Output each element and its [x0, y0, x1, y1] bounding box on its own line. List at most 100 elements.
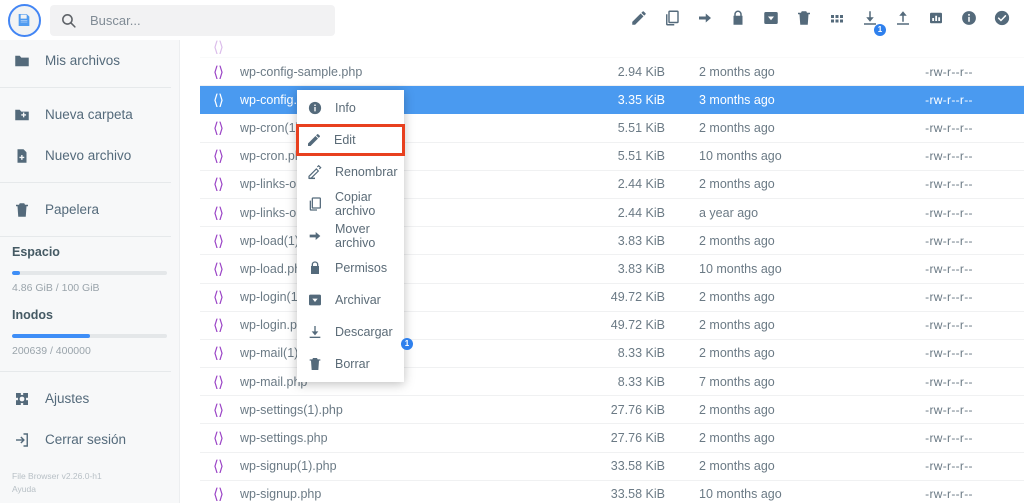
lock-icon: [729, 9, 747, 32]
context-menu-item-archivar[interactable]: Archivar: [297, 284, 404, 316]
file-date: 2 months ago: [699, 346, 775, 361]
file-date: 2 months ago: [699, 233, 775, 248]
sidebar-item-label: Mis archivos: [45, 53, 121, 68]
gear-icon: [12, 389, 32, 409]
archive-button[interactable]: [755, 5, 786, 36]
file-size: 5.51 KiB: [617, 149, 665, 164]
file-date: 2 months ago: [699, 120, 775, 135]
pencil-icon: [304, 130, 324, 150]
floppy-disk-icon: [7, 3, 41, 37]
logout-icon: [12, 430, 32, 450]
move-button[interactable]: [689, 5, 720, 36]
table-row[interactable]: ⟨ ⟩ wp-signup(1).php 33.58 KiB 2 months ago…: [200, 453, 1024, 481]
context-menu-item-borrar[interactable]: Borrar: [297, 348, 404, 380]
inodes-title: Inodos: [12, 308, 53, 322]
code-file-icon: ⟨ ⟩: [213, 430, 224, 448]
file-size: 27.76 KiB: [610, 402, 665, 417]
code-file-icon: ⟨ ⟩: [213, 63, 224, 81]
file-size: 5.51 KiB: [617, 120, 665, 135]
select-all-button[interactable]: [986, 5, 1017, 36]
file-size: 3.83 KiB: [617, 233, 665, 248]
code-file-icon: ⟨ ⟩: [213, 317, 224, 335]
file-permissions: -rw-r--r--: [925, 290, 973, 305]
file-name: wp-signup(1).php: [240, 459, 337, 474]
file-permissions: -rw-r--r--: [925, 205, 973, 220]
upload-button[interactable]: [887, 5, 918, 36]
lock-icon: [305, 258, 325, 278]
info-icon: [305, 98, 325, 118]
code-file-icon: ⟨ ⟩: [213, 119, 224, 137]
sidebar-item-settings[interactable]: Ajustes: [0, 378, 179, 419]
context-menu-item-label: Renombrar: [335, 165, 398, 179]
trash-icon: [795, 9, 813, 32]
context-menu-item-label: Permisos: [335, 261, 388, 275]
file-permissions: -rw-r--r--: [925, 374, 973, 389]
code-file-icon: ⟨ ⟩: [213, 260, 224, 278]
file-name: wp-signup.php: [240, 487, 322, 502]
sidebar-item-new-folder[interactable]: Nueva carpeta: [0, 94, 179, 135]
context-menu-item-descargar[interactable]: Descargar 1: [297, 316, 413, 350]
file-permissions: -rw-r--r--: [925, 233, 973, 248]
sidebar-item-my-files[interactable]: Mis archivos: [0, 40, 179, 81]
usage-section: Espacio 4.86 GiB / 100 GiB Inodos 200639…: [0, 243, 179, 357]
table-row[interactable]: ⟨ ⟩ wp-settings.php 27.76 KiB 2 months ago -…: [200, 424, 1024, 453]
sidebar-item-logout[interactable]: Cerrar sesión: [0, 419, 179, 460]
table-row[interactable]: ⟨ ⟩ wp-config-sample.php 2.94 KiB 2 months …: [200, 58, 1024, 87]
arrow-right-icon: [696, 9, 714, 32]
check-circle-icon: [993, 9, 1011, 32]
sidebar-item-trash[interactable]: Papelera: [0, 189, 179, 230]
file-name: wp-settings(1).php: [240, 402, 343, 417]
search-input[interactable]: [88, 11, 325, 29]
search-bar[interactable]: [50, 4, 335, 36]
help-link[interactable]: Ayuda: [12, 483, 102, 495]
context-menu[interactable]: Info Edit Renombrar Copiar archivo Mover arc…: [296, 90, 413, 382]
grid-icon: [828, 9, 846, 32]
app-version: File Browser v2.26.0-h1: [12, 471, 102, 482]
file-permissions: -rw-r--r--: [925, 346, 973, 361]
sidebar: Mis archivos Nueva carpeta Nuevo archivo…: [0, 40, 180, 503]
file-browser-app: 1: [0, 0, 1024, 503]
folder-icon: [12, 51, 32, 71]
grid-view-button[interactable]: [821, 5, 852, 36]
code-file-icon: ⟨ ⟩: [213, 232, 224, 250]
context-menu-item-mover-archivo[interactable]: Mover archivo: [297, 220, 404, 252]
context-menu-item-renombrar[interactable]: Renombrar: [297, 156, 404, 188]
sidebar-divider: [0, 182, 171, 183]
edit-button[interactable]: [623, 5, 654, 36]
table-row[interactable]: ⟨ ⟩ wp-settings(1).php 27.76 KiB 2 months a…: [200, 396, 1024, 425]
app-logo[interactable]: [0, 0, 48, 40]
file-permissions: -rw-r--r--: [925, 149, 973, 164]
sidebar-item-label: Ajustes: [45, 391, 90, 406]
code-file-icon: ⟨ ⟩: [213, 345, 224, 363]
file-size: 33.58 KiB: [610, 459, 665, 474]
download-button[interactable]: 1: [854, 5, 886, 36]
delete-button[interactable]: [788, 5, 819, 36]
permissions-button[interactable]: [722, 5, 753, 36]
top-bar: 1: [0, 0, 1024, 40]
inodes-usage-label: 200639 / 400000: [12, 345, 91, 357]
sidebar-divider: [0, 87, 171, 88]
upload-icon: [894, 9, 912, 32]
rename-icon: [305, 162, 325, 182]
context-menu-item-info[interactable]: Info: [297, 92, 404, 124]
table-row[interactable]: ⟨ ⟩ wp-signup.php 33.58 KiB 10 months ago -r…: [200, 481, 1024, 503]
stats-button[interactable]: [920, 5, 951, 36]
context-menu-item-edit[interactable]: Edit: [296, 124, 405, 156]
copy-icon: [663, 9, 681, 32]
info-button[interactable]: [953, 5, 984, 36]
file-size: 2.44 KiB: [617, 205, 665, 220]
file-date: 2 months ago: [699, 64, 775, 79]
file-permissions: -rw-r--r--: [925, 261, 973, 276]
copy-button[interactable]: [656, 5, 687, 36]
sidebar-item-new-file[interactable]: Nuevo archivo: [0, 135, 179, 176]
file-permissions: -rw-r--r--: [925, 92, 973, 107]
context-menu-item-permisos[interactable]: Permisos: [297, 252, 404, 284]
file-size: 2.94 KiB: [617, 64, 665, 79]
context-menu-item-label: Edit: [334, 133, 356, 147]
context-menu-item-label: Archivar: [335, 293, 381, 307]
file-permissions: -rw-r--r--: [925, 177, 973, 192]
context-menu-item-copiar-archivo[interactable]: Copiar archivo: [297, 188, 404, 220]
file-date: 2 months ago: [699, 402, 775, 417]
file-permissions: -rw-r--r--: [925, 487, 973, 502]
context-menu-item-label: Borrar: [335, 357, 370, 371]
